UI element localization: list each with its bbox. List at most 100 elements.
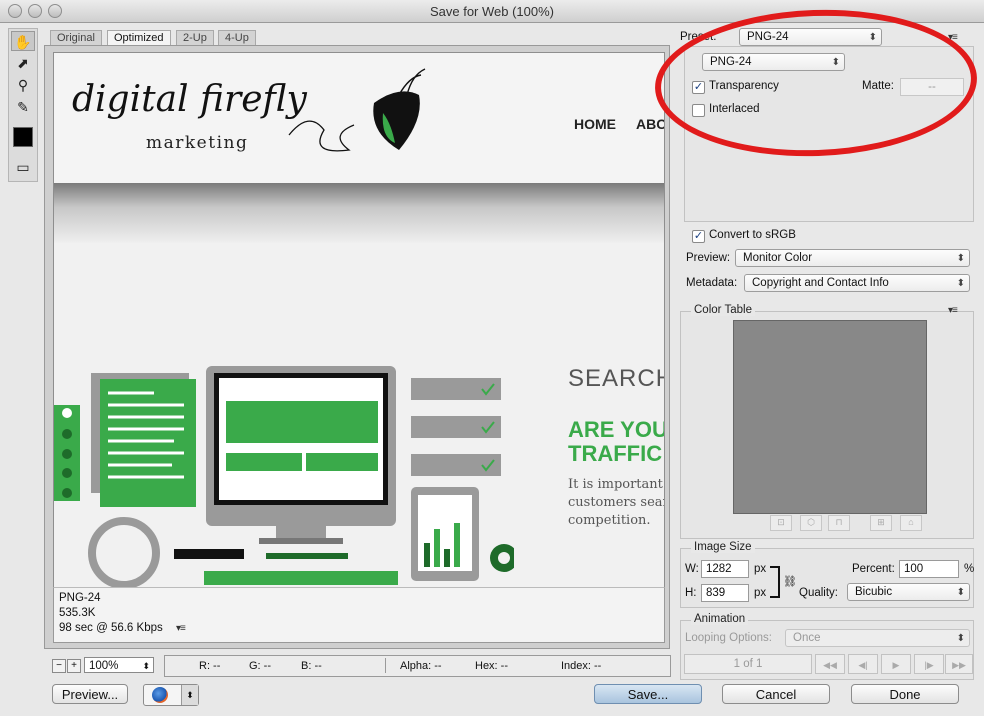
percent-label: Percent: [852, 563, 895, 575]
quality-select[interactable]: Bicubic [847, 583, 970, 601]
info-format: PNG-24 [59, 592, 101, 604]
cancel-button[interactable]: Cancel [722, 684, 830, 704]
firefly-logo-icon [288, 68, 426, 152]
window-title: Save for Web (100%) [429, 4, 555, 19]
percent-input[interactable]: 100 [899, 560, 959, 578]
zoom-out-button[interactable]: − [52, 659, 66, 673]
preview-color-value: Monitor Color [743, 252, 813, 264]
file-format-value: PNG-24 [710, 56, 752, 68]
eyedropper-color-swatch[interactable] [11, 127, 35, 147]
last-frame-icon[interactable]: ▶▶ [945, 654, 973, 674]
nav-about[interactable]: ABC [636, 116, 664, 132]
site-heading-search: SEARCH [568, 365, 665, 392]
first-frame-icon[interactable]: ◀◀ [815, 654, 845, 674]
zoom-in-button[interactable]: + [67, 659, 81, 673]
preview-color-select[interactable]: Monitor Color [735, 249, 970, 267]
site-heading-line2: TRAFFIC T [568, 441, 664, 466]
transparency-checkbox[interactable]: ✓ [692, 81, 705, 94]
save-button[interactable]: Save... [594, 684, 702, 704]
quality-label: Quality: [799, 587, 838, 599]
percent-unit: % [964, 563, 975, 575]
color-table-swatch-area [733, 320, 927, 514]
readout-alpha: Alpha: -- [400, 660, 442, 672]
interlaced-checkbox[interactable] [692, 104, 705, 117]
nav-home[interactable]: HOME [574, 116, 616, 132]
width-unit: px [754, 563, 767, 575]
browser-preview-select[interactable]: ⬍ [143, 684, 199, 706]
readout-r: R: -- [199, 660, 221, 672]
site-body-line1: It is important f [568, 477, 665, 492]
site-body-line3: competition. [568, 513, 651, 528]
zoom-level-value: 100% [89, 660, 119, 672]
looping-options-value: Once [793, 632, 821, 644]
width-input[interactable]: 1282 [701, 560, 749, 578]
logo-wordmark: digital firefly [72, 79, 307, 120]
zoom-level-select[interactable]: 100% ⬍ [84, 657, 154, 673]
quality-value: Bicubic [855, 586, 893, 598]
optimize-menu-icon[interactable]: ▾≡ [948, 32, 958, 43]
preset-select[interactable]: PNG-24 [739, 28, 882, 46]
play-icon[interactable]: ▶ [881, 654, 911, 674]
animation-title: Animation [691, 613, 749, 625]
color-table-title: Color Table [691, 304, 755, 316]
preview-button[interactable]: Preview... [52, 684, 128, 704]
browser-icon [152, 687, 168, 703]
new-color-icon[interactable]: ⊞ [870, 515, 892, 531]
tab-4-up[interactable]: 4-Up [218, 30, 256, 46]
lock-color-icon[interactable]: ⊓ [828, 515, 850, 531]
seo-illustration [54, 366, 514, 587]
transparency-label: Transparency [709, 80, 779, 92]
matte-value: -- [928, 81, 936, 93]
looping-options-select[interactable]: Once [785, 629, 970, 647]
previous-frame-icon[interactable]: ◀| [848, 654, 878, 674]
chevron-updown-icon: ⬍ [181, 685, 198, 705]
preset-value: PNG-24 [747, 31, 789, 43]
height-input[interactable]: 839 [701, 584, 749, 602]
convert-srgb-label: Convert to sRGB [709, 229, 796, 241]
web-shift-icon[interactable]: ⬡ [800, 515, 822, 531]
tab-original[interactable]: Original [50, 30, 102, 46]
slice-select-tool-icon[interactable]: ⬈ [11, 53, 35, 73]
format-settings-group [684, 46, 974, 222]
toggle-slices-icon[interactable]: ▭ [11, 157, 35, 177]
logo-subtitle: marketing [146, 133, 249, 153]
metadata-value: Copyright and Contact Info [752, 277, 889, 289]
preview-label: Preview: [686, 252, 731, 264]
metadata-label: Metadata: [686, 277, 738, 289]
chevron-updown-icon: ⬍ [142, 661, 150, 671]
convert-srgb-checkbox[interactable]: ✓ [692, 230, 705, 243]
readout-g: G: -- [249, 660, 271, 672]
title-bar: Save for Web (100%) [0, 0, 984, 23]
matte-select[interactable]: -- [900, 78, 964, 96]
hand-tool-icon[interactable]: ✋ [11, 31, 35, 51]
file-format-select[interactable]: PNG-24 [702, 53, 845, 71]
done-button[interactable]: Done [851, 684, 959, 704]
readout-hex: Hex: -- [475, 660, 508, 672]
trash-icon[interactable]: ⌂ [900, 515, 922, 531]
info-size: 535.3K [59, 607, 96, 619]
height-unit: px [754, 587, 767, 599]
readout-index: Index: -- [561, 660, 602, 672]
eyedropper-tool-icon[interactable]: ✎ [11, 97, 35, 117]
frame-counter: 1 of 1 [684, 654, 812, 674]
preset-label: Preset: [680, 31, 717, 43]
color-table-menu-icon[interactable]: ▾≡ [948, 305, 958, 316]
metadata-select[interactable]: Copyright and Contact Info [744, 274, 970, 292]
image-size-title: Image Size [691, 541, 755, 553]
link-proportions-icon[interactable]: ⛓ [783, 575, 797, 588]
color-readout-bar: R: -- G: -- B: -- Alpha: -- Hex: -- Inde… [164, 655, 671, 677]
tab-optimized[interactable]: Optimized [107, 30, 171, 46]
constrain-bracket [770, 566, 780, 598]
info-download-time: 98 sec @ 56.6 Kbps [59, 622, 163, 634]
height-label: H: [685, 587, 697, 599]
map-transparent-icon[interactable]: ⊡ [770, 515, 792, 531]
optimized-preview-canvas[interactable]: digital firefly marketing HOME ABC SEARC… [53, 52, 665, 588]
optimization-info: PNG-24 535.3K 98 sec @ 56.6 Kbps ▾≡ [53, 587, 665, 643]
readout-b: B: -- [301, 660, 322, 672]
matte-label: Matte: [862, 80, 894, 92]
zoom-tool-icon[interactable]: ⚲ [11, 75, 35, 95]
next-frame-icon[interactable]: |▶ [914, 654, 944, 674]
site-heading-line1: ARE YOU [568, 417, 665, 442]
info-menu-icon[interactable]: ▾≡ [176, 623, 186, 634]
tab-2-up[interactable]: 2-Up [176, 30, 214, 46]
